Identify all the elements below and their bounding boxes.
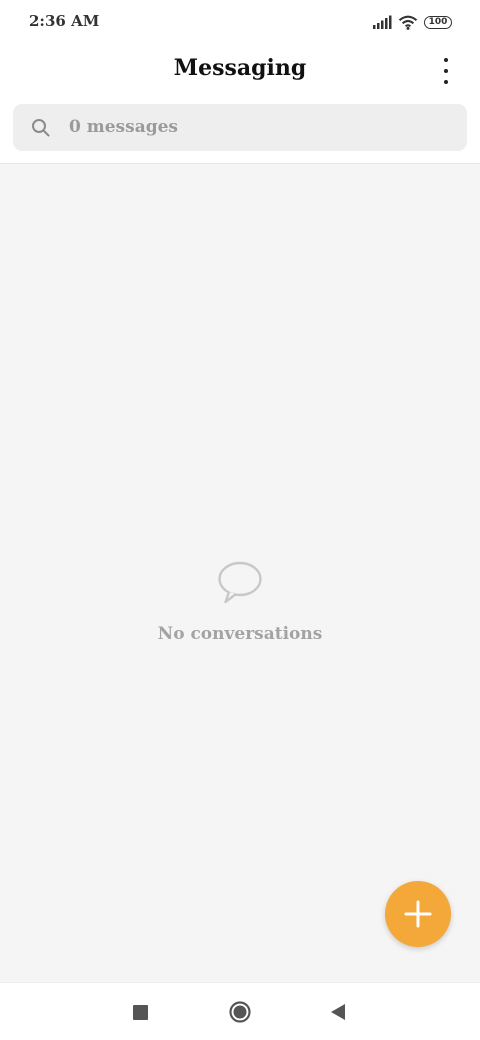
search-area: 0 messages — [0, 100, 480, 164]
status-bar: 2:36 AM 100 — [0, 0, 480, 44]
more-vertical-icon — [444, 58, 448, 62]
search-placeholder: 0 messages — [69, 117, 178, 137]
search-input[interactable]: 0 messages — [13, 104, 467, 151]
more-options-button[interactable] — [438, 58, 454, 84]
battery-icon: 100 — [424, 15, 452, 29]
plus-icon — [404, 900, 432, 928]
search-icon — [32, 119, 50, 137]
chat-bubble-icon — [218, 561, 262, 604]
conversation-list: No conversations — [0, 164, 480, 982]
new-conversation-button[interactable] — [385, 881, 451, 947]
wifi-icon — [398, 15, 418, 30]
app-header: Messaging — [0, 44, 480, 100]
status-time: 2:36 AM — [29, 12, 100, 30]
home-icon[interactable] — [229, 1001, 251, 1023]
navigation-bar — [0, 982, 480, 1040]
back-icon[interactable] — [330, 1003, 346, 1021]
page-title: Messaging — [173, 55, 307, 81]
status-icons: 100 — [373, 12, 452, 32]
recent-apps-icon[interactable] — [133, 1005, 148, 1020]
empty-state-text: No conversations — [157, 624, 323, 644]
signal-icon — [373, 15, 392, 29]
battery-level: 100 — [428, 17, 448, 27]
